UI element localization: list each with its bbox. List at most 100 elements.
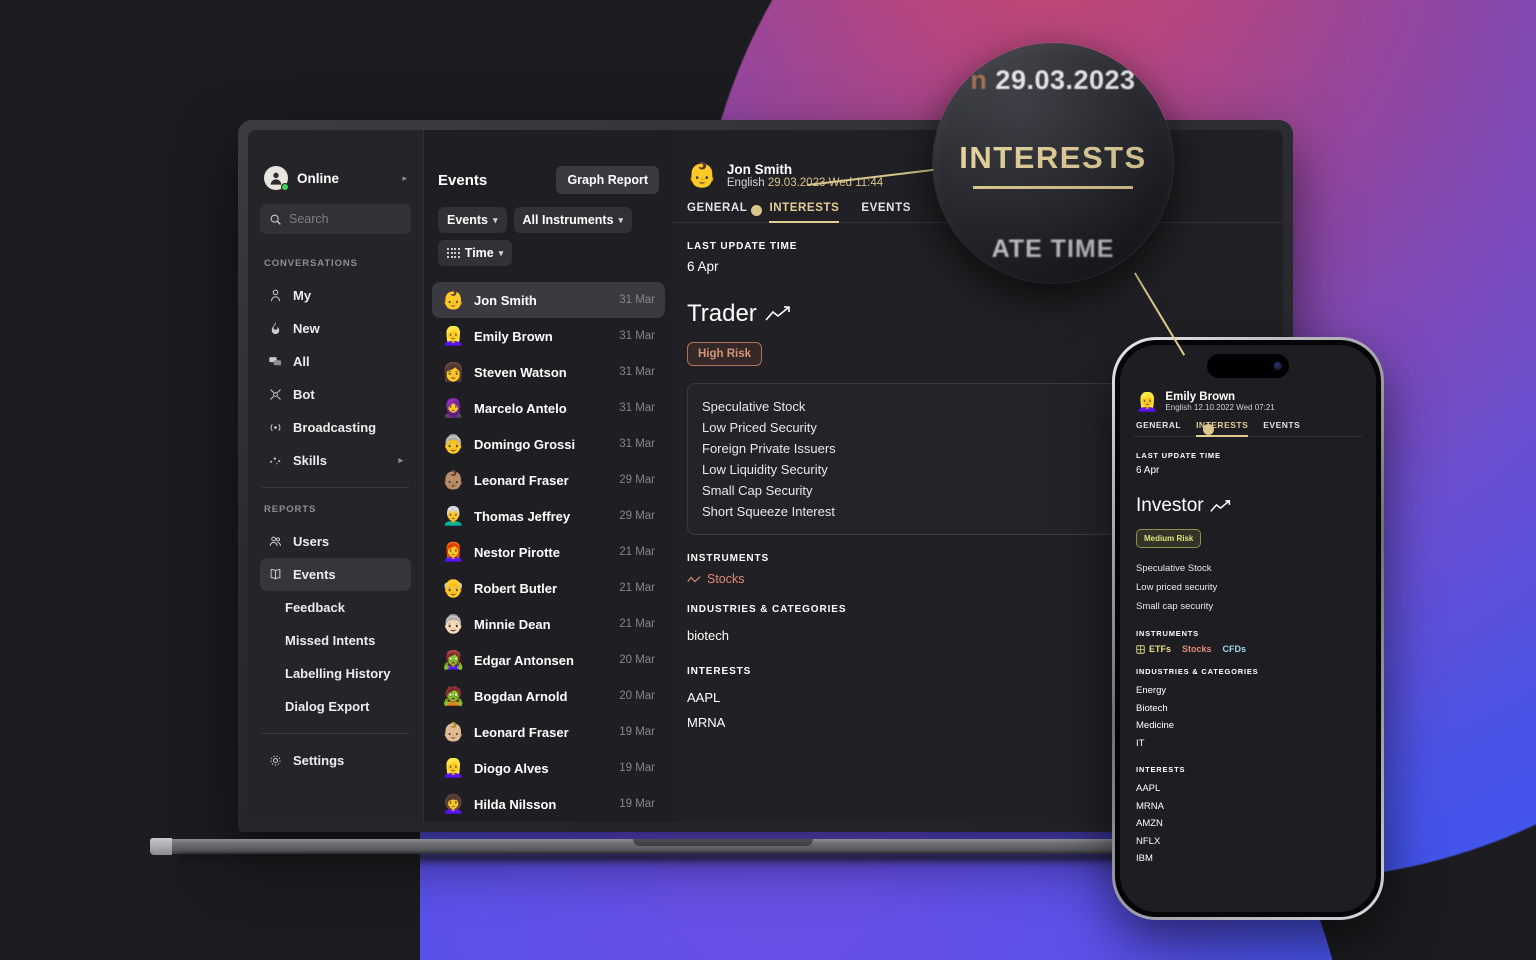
filter-label: All Instruments — [522, 213, 614, 227]
row-name: Robert Butler — [474, 580, 558, 596]
laptop-base-shadow — [180, 854, 1270, 866]
events-list[interactable]: 👶 Jon Smith 31 Mar 👱‍♀️ Emily Brown 31 M… — [424, 276, 673, 822]
detail-role-label: Trader — [687, 300, 757, 327]
row-date: 20 Mar — [619, 654, 655, 666]
sidebar-item-label: Broadcasting — [293, 420, 377, 435]
list-item: Small cap security — [1136, 601, 1214, 612]
last-update-value: 6 Apr — [1136, 465, 1160, 476]
screenshot-stage: Online ▸ CONVERSATIONS — [0, 0, 1536, 960]
sidebar-item-skills[interactable]: Skills ▸ — [260, 444, 411, 477]
laptop-foot — [150, 838, 172, 855]
table-row[interactable]: 👱‍♀️ Diogo Alves 19 Mar — [432, 750, 665, 786]
instrument-label: Stocks — [707, 572, 745, 586]
graph-report-button[interactable]: Graph Report — [556, 166, 659, 194]
book-icon — [268, 567, 283, 582]
phone-frame: 👱‍♀️ Emily Brown English 12.10.2022 Wed … — [1112, 337, 1384, 920]
tab-events[interactable]: EVENTS — [861, 202, 911, 222]
table-row[interactable]: 🧟‍♀️ Edgar Antonsen 20 Mar — [432, 642, 665, 678]
list-item: Small Cap Security — [702, 483, 813, 498]
phone-screen: 👱‍♀️ Emily Brown English 12.10.2022 Wed … — [1120, 345, 1376, 912]
search-box[interactable] — [260, 204, 411, 234]
flame-icon — [268, 321, 283, 336]
list-item: Medicine — [1136, 720, 1175, 731]
phone-role-label: Investor — [1136, 495, 1204, 516]
avatar: 🧟‍♀️ — [442, 649, 465, 670]
sidebar-subitem-missed-intents[interactable]: Missed Intents — [260, 624, 411, 657]
sidebar-item-settings[interactable]: Settings — [260, 744, 411, 777]
avatar: 👵 — [442, 433, 465, 454]
list-item: IBM — [1136, 853, 1153, 864]
filter-instruments-dropdown[interactable]: All Instruments ▾ — [513, 207, 633, 233]
row-name: Emily Brown — [474, 328, 553, 344]
avatar: 👶 — [687, 161, 717, 189]
table-row[interactable]: 👵🏻 Minnie Dean 21 Mar — [432, 606, 665, 642]
avatar: 👶🏼 — [442, 721, 465, 742]
grid-square-icon — [1136, 644, 1145, 654]
row-date: 21 Mar — [619, 618, 655, 630]
row-date: 19 Mar — [619, 726, 655, 738]
filter-label: Events — [447, 213, 488, 227]
table-row[interactable]: 👩‍🦱 Hilda Nilsson 19 Mar — [432, 786, 665, 822]
tab-events[interactable]: EVENTS — [1263, 420, 1300, 436]
avatar: 👶 — [442, 289, 465, 310]
sparkles-icon — [268, 453, 283, 468]
table-row[interactable]: 👩 Steven Watson 31 Mar — [432, 354, 665, 390]
row-date: 31 Mar — [619, 366, 655, 378]
table-row[interactable]: 👶 Jon Smith 31 Mar — [432, 282, 665, 318]
avatar: 🧟 — [442, 685, 465, 706]
sidebar-item-users[interactable]: Users — [260, 525, 411, 558]
callout-dot-right — [1203, 424, 1214, 435]
avatar: 👩‍🦰 — [442, 541, 465, 562]
instruments-label: INSTRUMENTS — [1136, 629, 1199, 638]
table-row[interactable]: 👴 Robert Butler 21 Mar — [432, 570, 665, 606]
row-name: Jon Smith — [474, 292, 537, 308]
sidebar-user-status[interactable]: Online ▸ — [260, 130, 411, 204]
status-badge: High Risk — [687, 342, 763, 366]
tab-interests[interactable]: INTERESTS — [769, 202, 840, 223]
sidebar-divider — [262, 487, 409, 488]
row-date: 31 Mar — [619, 330, 655, 342]
row-date: 31 Mar — [619, 438, 655, 450]
bot-icon — [268, 387, 283, 402]
table-row[interactable]: 🧕 Marcelo Antelo 31 Mar — [432, 390, 665, 426]
table-row[interactable]: 👵 Domingo Grossi 31 Mar — [432, 426, 665, 462]
list-item: MRNA — [1136, 800, 1164, 812]
filter-events-dropdown[interactable]: Events ▾ — [438, 207, 507, 233]
broadcast-icon — [268, 420, 283, 435]
detail-user-language: English — [726, 177, 765, 189]
table-row[interactable]: 👨‍🦳 Thomas Jeffrey 29 Mar — [432, 498, 665, 534]
search-input[interactable] — [289, 212, 402, 226]
sidebar-item-new[interactable]: New — [260, 312, 411, 345]
instrument-stocks: Stocks — [1182, 644, 1212, 654]
list-item: Low priced security — [1136, 582, 1218, 593]
list-item: AMZN — [1136, 818, 1163, 829]
table-row[interactable]: 👩‍🦰 Nestor Pirotte 21 Mar — [432, 534, 665, 570]
sidebar-item-label: Settings — [293, 753, 345, 768]
table-row[interactable]: 👱‍♀️ Emily Brown 31 Mar — [432, 318, 665, 354]
magnifier-circle: n 29.03.2023 INTERESTS ATE TIME — [933, 43, 1173, 283]
sidebar-item-my[interactable]: My — [260, 279, 411, 312]
sidebar-item-broadcasting[interactable]: Broadcasting — [260, 411, 411, 444]
magnifier-date: n 29.03.2023 — [933, 65, 1173, 96]
sidebar-item-events[interactable]: Events — [260, 558, 411, 591]
sidebar-item-all[interactable]: All — [260, 345, 411, 378]
tab-general[interactable]: GENERAL — [1136, 420, 1181, 436]
phone-user-datetime: 12.10.2022 Wed 07:21 — [1193, 403, 1275, 412]
filter-time-dropdown[interactable]: Time ▾ — [438, 240, 513, 266]
sidebar-item-bot[interactable]: Bot — [260, 378, 411, 411]
table-row[interactable]: 👶🏼 Leonard Fraser 19 Mar — [432, 714, 665, 750]
sidebar-subitem-labelling-history[interactable]: Labelling History — [260, 657, 411, 690]
table-row[interactable]: 👶🏽 Leonard Fraser 29 Mar — [432, 462, 665, 498]
events-filters: Events ▾ All Instruments ▾ Time ▾ — [424, 194, 673, 276]
laptop-base-notch — [632, 839, 813, 846]
sidebar-subitem-dialog-export[interactable]: Dialog Export — [260, 690, 411, 723]
users-icon — [268, 534, 283, 549]
phone-role: Investor — [1136, 495, 1360, 517]
instrument-label: ETFs — [1149, 644, 1172, 654]
table-row[interactable]: 🧟 Bogdan Arnold 20 Mar — [432, 678, 665, 714]
avatar: 👴 — [442, 577, 465, 598]
detail-user-name: Jon Smith — [726, 162, 793, 177]
person-icon — [268, 288, 283, 303]
tab-general[interactable]: GENERAL — [687, 202, 747, 222]
sidebar-subitem-feedback[interactable]: Feedback — [260, 591, 411, 624]
